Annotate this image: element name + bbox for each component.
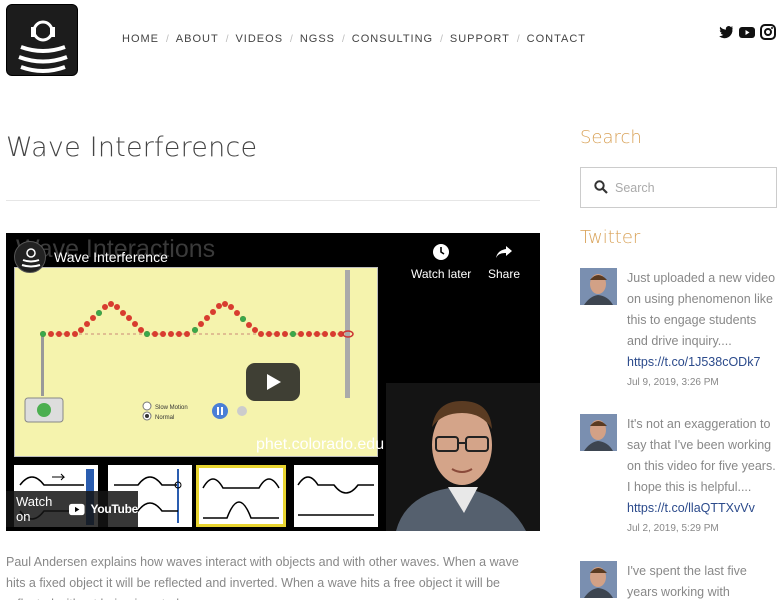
diagram-thumbnail-3: [196, 465, 286, 527]
watch-on-label: Watch on: [16, 494, 53, 524]
search-icon: [594, 180, 608, 194]
nav-home[interactable]: HOME: [122, 33, 159, 45]
video-description: Paul Andersen explains how waves interac…: [6, 555, 519, 600]
channel-avatar[interactable]: [14, 241, 46, 273]
tweet-date[interactable]: Jul 2, 2019, 5:29 PM: [627, 521, 777, 537]
tweet-text: It's not an exaggeration to say that I'v…: [627, 417, 776, 494]
tweet-text: I've spent the last five years working w…: [627, 564, 747, 599]
video-title[interactable]: Wave Interference: [54, 249, 168, 265]
nav-separator: /: [166, 33, 169, 45]
nav-videos[interactable]: VIDEOS: [235, 33, 283, 45]
presenter-image: [386, 383, 540, 531]
share-label: Share: [488, 267, 521, 281]
main-nav: HOME / ABOUT / VIDEOS / NGSS / CONSULTING / S…: [122, 33, 586, 45]
nav-support[interactable]: SUPPORT: [450, 33, 510, 45]
sim-option-normal: Normal: [155, 415, 174, 421]
search-input[interactable]: [615, 178, 765, 198]
video-player[interactable]: Wave Interactions Slow Motion Normal Wav…: [6, 233, 540, 531]
nav-contact[interactable]: CONTACT: [527, 33, 586, 45]
nav-separator: /: [440, 33, 443, 45]
tweet-link[interactable]: https://t.co/llaQTTXvVv: [627, 498, 777, 519]
search-box: [580, 167, 777, 208]
nav-separator: /: [225, 33, 229, 45]
divider: [6, 200, 540, 201]
share-icon: [496, 246, 513, 258]
watch-on-youtube-button[interactable]: Watch on YouTube: [6, 491, 138, 527]
watch-later-button[interactable]: Watch later: [411, 243, 471, 281]
youtube-wordmark: YouTube: [90, 502, 139, 516]
tweet-text: Just uploaded a new video on using pheno…: [627, 271, 776, 348]
nav-about[interactable]: ABOUT: [176, 33, 219, 45]
twitter-heading: Twitter: [580, 227, 641, 248]
site-logo[interactable]: [6, 4, 78, 76]
instagram-icon[interactable]: [760, 24, 776, 40]
tweet-date[interactable]: Jul 9, 2019, 3:26 PM: [627, 375, 777, 391]
search-heading: Search: [580, 127, 642, 148]
youtube-icon[interactable]: [739, 24, 755, 40]
simulation-frame: Slow Motion Normal: [14, 267, 378, 457]
source-url: phet.colorado.edu: [256, 436, 385, 453]
play-icon: [267, 374, 281, 390]
youtube-logo-icon: [69, 503, 85, 515]
sim-option-slow: Slow Motion: [155, 405, 188, 411]
play-button[interactable]: [246, 363, 300, 401]
nav-consulting[interactable]: CONSULTING: [352, 33, 433, 45]
nav-separator: /: [342, 33, 345, 45]
share-button[interactable]: Share: [488, 243, 520, 281]
page-title: Wave Interference: [6, 132, 258, 163]
tweet-avatar[interactable]: [580, 268, 617, 305]
tweet-avatar[interactable]: [580, 414, 617, 451]
tweet-link[interactable]: https://t.co/1J538cODk7: [627, 352, 777, 373]
nav-ngss[interactable]: NGSS: [300, 33, 335, 45]
clock-icon: [433, 244, 450, 260]
watch-later-label: Watch later: [411, 267, 472, 281]
twitter-icon[interactable]: [718, 24, 734, 40]
diagram-thumbnail-4: [294, 465, 378, 527]
wave-diagram: Slow Motion Normal: [24, 270, 354, 423]
nav-separator: /: [516, 33, 520, 45]
tweet-avatar[interactable]: [580, 561, 617, 598]
social-links: [718, 24, 776, 40]
nav-separator: /: [290, 33, 293, 45]
